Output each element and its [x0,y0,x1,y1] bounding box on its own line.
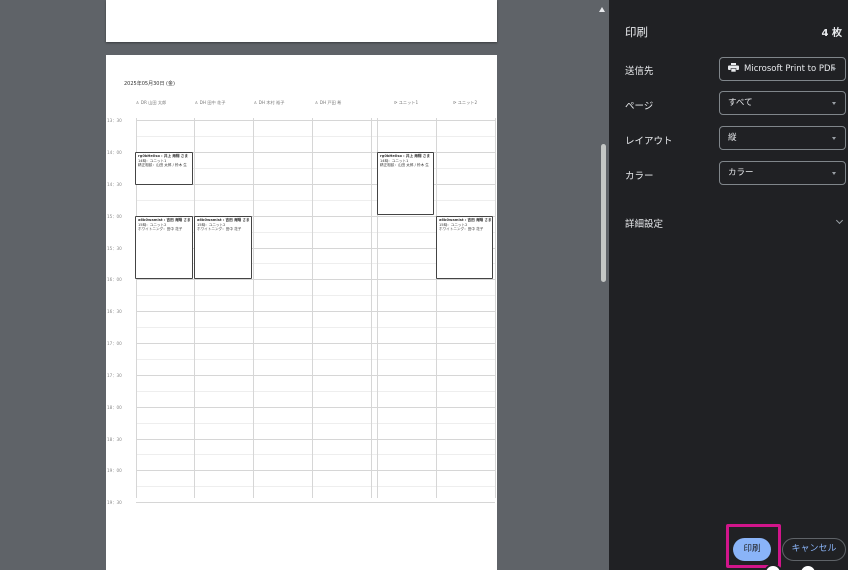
color-label: カラー [625,171,654,182]
grid-column-line [253,118,254,498]
print-preview-area: 2025年05月30日 (金) ♙ DR 山田 太郎 ♙ DH 田中 花子 ♙ … [0,0,600,570]
grid-line [136,279,495,280]
time-label: 19：00 [107,468,122,473]
grid-line [136,311,495,312]
time-label: 16：30 [107,309,122,314]
appointment-block: rg0bHellso : 井上 海翔 さま 14時：ユニット1 精正相談：山田 太郎… [135,152,193,185]
grid-line [136,136,495,137]
chevron-down-icon [832,137,836,140]
grid-line [136,327,495,328]
cancel-button[interactable]: キャンセル [782,538,846,561]
grid-column-line [436,118,437,498]
print-dialog-title: 印刷 [625,25,648,39]
pages-select[interactable]: すべて [719,91,846,115]
layout-label: レイアウト [625,136,673,147]
chevron-down-icon [832,102,836,105]
grid-line [136,486,495,487]
column-header: ⟳ ユニット1 [393,100,419,105]
column-header: ♙ DH 田中 花子 [194,100,226,105]
chevron-down-icon[interactable] [835,216,844,225]
advanced-settings-toggle[interactable]: 詳細設定 [625,216,663,230]
grid-line [136,359,495,360]
grid-line [136,295,495,296]
time-label: 14：30 [107,182,122,187]
appointment-block: a6b0wamist : 吉田 海翔 さま 15時：ユニット2 ホワイトニング：田中… [135,216,193,279]
time-label: 16：00 [107,277,122,282]
color-select[interactable]: カラー [719,161,846,185]
grid-line [136,454,495,455]
appointment-block: a6b0wamist : 吉田 海翔 さま 15時：ユニット2 ホワイトニング：田中… [436,216,493,279]
grid-line [136,120,495,121]
time-label: 17：00 [107,341,122,346]
appointment-block: rg0bHellso : 井上 海翔 さま 14時：ユニット1 精正相談：山田 太郎… [377,152,434,215]
grid-line [136,391,495,392]
column-header: ♙ DH 木村 裕子 [253,100,285,105]
grid-line [136,343,495,344]
page-count: 4 枚 [821,28,842,39]
preview-scrollbar-thumb[interactable] [601,144,606,282]
column-header: ⟳ ユニット2 [452,100,478,105]
schedule-date: 2025年05月30日 (金) [124,81,175,87]
grid-line [136,502,495,503]
printer-icon [728,63,739,72]
grid-line [136,200,495,201]
time-label: 14：00 [107,150,122,155]
layout-select[interactable]: 縦 [719,126,846,150]
time-label: 18：00 [107,405,122,410]
pages-label: ページ [625,101,654,112]
time-label: 13：30 [107,118,122,123]
grid-column-line [371,118,372,498]
grid-column-line [312,118,313,498]
time-label: 17：30 [107,373,122,378]
chevron-down-icon [832,68,836,71]
time-label: 15：00 [107,214,122,219]
annotation-marker [799,564,817,570]
grid-line [136,423,495,424]
time-label: 19：30 [107,500,122,505]
grid-line [136,375,495,376]
print-settings-panel: 印刷 4 枚 送信先 Microsoft Print to PDF ページ すべ… [609,0,848,570]
destination-label: 送信先 [625,66,654,77]
column-header: ♙ DH 戸田 希 [314,100,342,105]
grid-column-line [194,118,195,498]
grid-column-line [495,118,496,498]
grid-line [136,439,495,440]
time-label: 15：30 [107,246,122,251]
preview-page-2: 2025年05月30日 (金) ♙ DR 山田 太郎 ♙ DH 田中 花子 ♙ … [106,55,497,570]
print-button[interactable]: 印刷 [733,538,771,561]
scroll-up-icon[interactable] [599,7,605,12]
appointment-block: a6b0wamist : 吉田 海翔 さま 15時：ユニット2 ホワイトニング：田中… [194,216,252,279]
grid-line [136,407,495,408]
time-label: 18：30 [107,437,122,442]
destination-select[interactable]: Microsoft Print to PDF [719,57,846,81]
preview-scrollbar-track[interactable] [597,0,609,570]
preview-page-1 [106,0,497,42]
grid-line [136,470,495,471]
column-header: ♙ DR 山田 太郎 [135,100,167,105]
chevron-down-icon [832,172,836,175]
